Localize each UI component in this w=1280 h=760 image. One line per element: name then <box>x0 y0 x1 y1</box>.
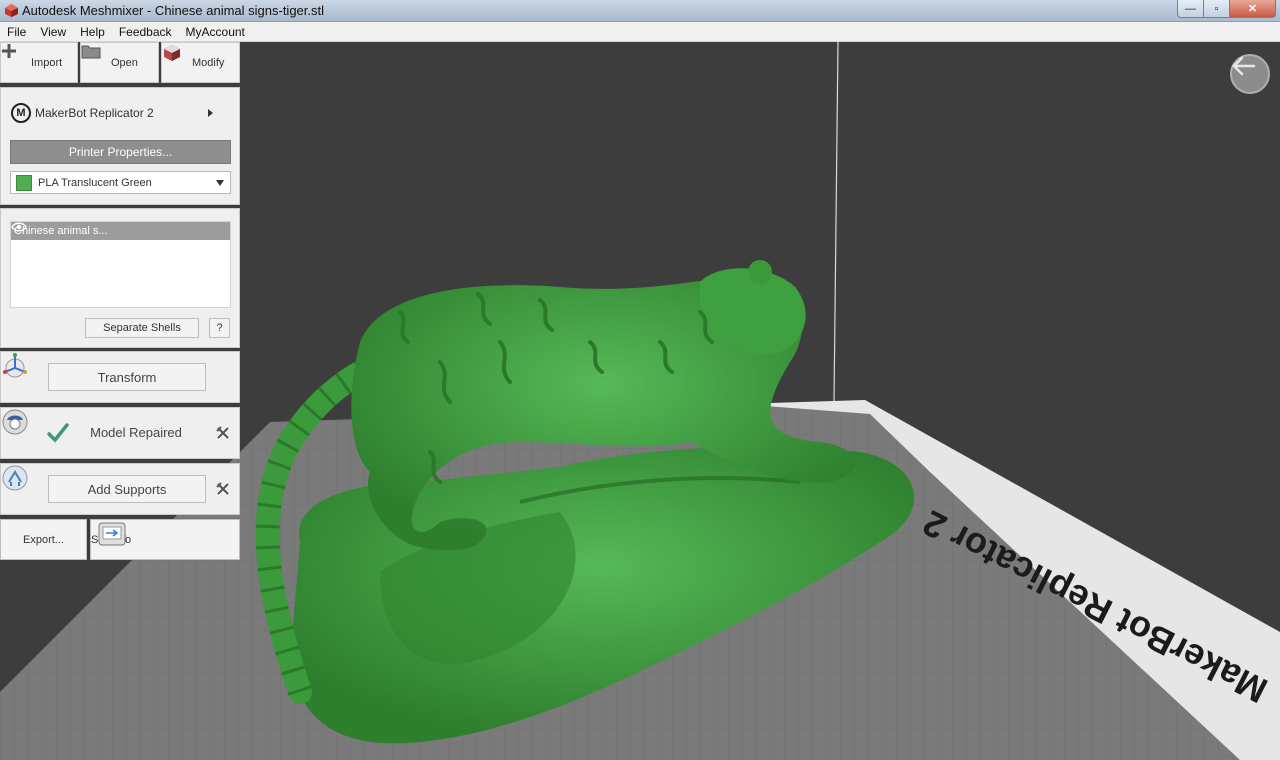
export-button[interactable]: Export... <box>0 519 87 560</box>
open-button[interactable]: Open <box>80 42 159 83</box>
menu-feedback[interactable]: Feedback <box>112 25 179 39</box>
inspector-icon <box>2 409 28 435</box>
3d-viewport[interactable]: MakerBot Replicator 2 Import Open Modify… <box>0 42 1280 760</box>
arrow-left-icon <box>1232 56 1256 76</box>
window-controls: — ▫ ✕ <box>1177 0 1276 18</box>
app-logo-icon <box>5 4 18 17</box>
plus-icon <box>2 44 27 73</box>
minimize-button[interactable]: — <box>1177 0 1204 18</box>
modify-label: Modify <box>192 56 225 69</box>
open-label: Open <box>111 56 138 69</box>
send-to-button[interactable]: Send To <box>90 519 240 560</box>
printer-send-icon <box>98 522 126 546</box>
close-button[interactable]: ✕ <box>1230 0 1276 18</box>
dismiss-icon[interactable] <box>216 426 230 440</box>
cube-icon <box>164 45 188 73</box>
modify-button[interactable]: Modify <box>161 42 240 83</box>
folder-icon <box>81 45 107 73</box>
material-select[interactable]: PLA Translucent Green <box>10 171 231 194</box>
printer-selector[interactable]: M MakerBot Replicator 2 <box>11 102 221 124</box>
list-item[interactable]: Chinese animal s... <box>11 222 230 240</box>
supports-panel: Add Supports <box>0 463 240 515</box>
import-button[interactable]: Import <box>0 42 78 83</box>
printer-properties-button[interactable]: Printer Properties... <box>10 140 231 164</box>
repair-panel: Model Repaired <box>0 407 240 459</box>
maximize-button[interactable]: ▫ <box>1204 0 1230 18</box>
menu-myaccount[interactable]: MyAccount <box>179 25 252 39</box>
transform-panel: Transform <box>0 351 240 403</box>
menu-help[interactable]: Help <box>73 25 112 39</box>
eye-icon[interactable] <box>11 222 27 232</box>
dropdown-arrow-icon <box>216 179 224 186</box>
makerbot-logo-icon: M <box>11 103 31 123</box>
checkmark-icon <box>47 423 69 443</box>
build-volume-edge <box>833 42 839 403</box>
import-label: Import <box>31 56 63 69</box>
transform-icon <box>3 353 27 378</box>
object-list: Chinese animal s... <box>10 221 231 308</box>
title-bar: Autodesk Meshmixer - Chinese animal sign… <box>0 0 1280 22</box>
supports-icon <box>2 465 28 491</box>
separate-shells-button[interactable]: Separate Shells <box>85 318 199 338</box>
back-button[interactable] <box>1230 54 1270 94</box>
menu-view[interactable]: View <box>33 25 73 39</box>
add-supports-button[interactable]: Add Supports <box>48 475 206 503</box>
objects-panel: Chinese animal s... Separate Shells ? <box>0 208 240 348</box>
material-name: PLA Translucent Green <box>38 176 152 189</box>
meshmixer-window: Autodesk Meshmixer - Chinese animal sign… <box>0 0 1280 760</box>
supports-dismiss-icon[interactable] <box>216 482 230 496</box>
printer-name: MakerBot Replicator 2 <box>35 106 154 120</box>
chevron-right-icon <box>208 109 213 117</box>
material-swatch <box>16 174 32 191</box>
printer-panel: M MakerBot Replicator 2 Printer Properti… <box>0 87 240 205</box>
window-title: Autodesk Meshmixer - Chinese animal sign… <box>22 3 325 18</box>
help-button[interactable]: ? <box>209 318 230 338</box>
object-name: Chinese animal s... <box>14 225 108 237</box>
menu-file[interactable]: File <box>0 25 33 39</box>
menu-bar: File View Help Feedback MyAccount <box>0 22 1280 42</box>
transform-button[interactable]: Transform <box>48 363 206 391</box>
model-repaired-status: Model Repaired <box>90 425 182 440</box>
